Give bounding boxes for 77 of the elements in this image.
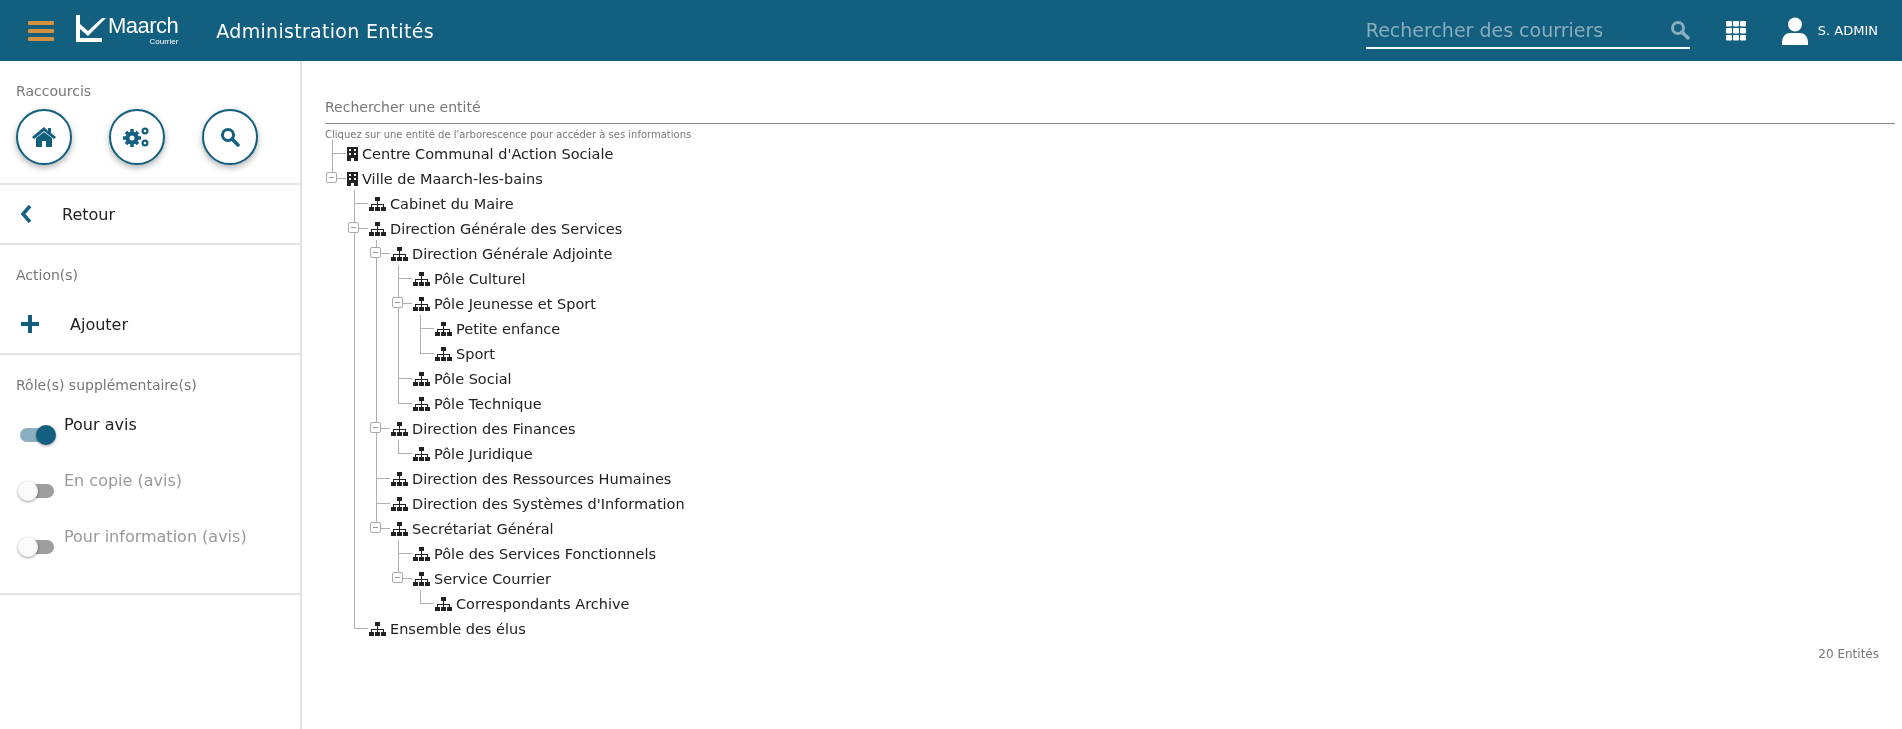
- entity-name[interactable]: Pôle Juridique: [434, 445, 533, 462]
- entity-name[interactable]: Direction Générale des Services: [390, 220, 623, 237]
- add-button[interactable]: Ajouter: [0, 295, 300, 353]
- collapse-toggle[interactable]: [370, 522, 381, 533]
- search-icon: [220, 127, 240, 147]
- collapse-toggle[interactable]: [326, 172, 337, 183]
- org-chart-icon: [413, 446, 430, 461]
- toggle-switch[interactable]: [20, 540, 54, 554]
- entity-name[interactable]: Direction Générale Adjointe: [412, 245, 613, 262]
- entity-name[interactable]: Pôle Culturel: [434, 270, 526, 287]
- org-chart-icon: [391, 496, 408, 511]
- org-chart-icon: [369, 196, 386, 211]
- building-icon: [347, 146, 358, 161]
- user-name[interactable]: S. ADMIN: [1817, 23, 1878, 38]
- home-button[interactable]: [16, 109, 72, 165]
- org-chart-icon: [413, 571, 430, 586]
- collapse-toggle[interactable]: [348, 222, 359, 233]
- toggle-switch[interactable]: [20, 428, 54, 442]
- entity-name[interactable]: Service Courrier: [434, 570, 551, 587]
- page-title: Administration Entités: [216, 19, 435, 42]
- entity-name[interactable]: Sport: [456, 345, 495, 362]
- entity-count: 20 Entités: [1818, 647, 1879, 661]
- logo-icon: [76, 14, 106, 42]
- user-icon[interactable]: [1781, 16, 1808, 45]
- apps-grid-icon[interactable]: [1725, 20, 1746, 41]
- org-chart-icon: [413, 371, 430, 386]
- org-chart-icon: [391, 421, 408, 436]
- gears-icon: [123, 126, 151, 148]
- org-chart-icon: [413, 296, 430, 311]
- collapse-toggle[interactable]: [370, 422, 381, 433]
- collapse-toggle[interactable]: [370, 247, 381, 258]
- entity-name[interactable]: Ville de Maarch-les-bains: [362, 170, 543, 187]
- org-chart-icon: [391, 521, 408, 536]
- org-chart-icon: [391, 246, 408, 261]
- org-chart-icon: [435, 596, 452, 611]
- org-chart-icon: [391, 471, 408, 486]
- home-icon: [32, 127, 56, 147]
- toggle-label[interactable]: Pour avis: [64, 415, 137, 434]
- app-name: Maarch: [108, 14, 179, 37]
- collapse-toggle[interactable]: [392, 572, 403, 583]
- entity-name[interactable]: Pôle Jeunesse et Sport: [434, 295, 596, 312]
- org-chart-icon: [369, 221, 386, 236]
- section-title: Raccourcis: [15, 83, 93, 99]
- entity-name[interactable]: Secrétariat Général: [412, 520, 554, 537]
- entity-search-field[interactable]: Rechercher une entité: [325, 93, 1895, 115]
- menu-icon[interactable]: [28, 20, 54, 41]
- org-chart-icon: [435, 321, 452, 336]
- entity-name[interactable]: Direction des Finances: [412, 420, 576, 437]
- app-subtitle: Courrier: [149, 36, 179, 47]
- entity-name[interactable]: Direction des Ressources Humaines: [412, 470, 672, 487]
- collapse-toggle[interactable]: [392, 297, 403, 308]
- plus-icon: [20, 314, 40, 334]
- toggle-switch[interactable]: [20, 484, 54, 498]
- back-button[interactable]: Retour: [0, 185, 300, 243]
- building-icon: [347, 171, 358, 186]
- org-chart-icon: [435, 346, 452, 361]
- org-chart-icon: [413, 546, 430, 561]
- chevron-left-icon: [20, 205, 32, 223]
- org-chart-icon: [413, 396, 430, 411]
- entity-name[interactable]: Cabinet du Maire: [390, 195, 514, 212]
- org-chart-icon: [369, 621, 386, 636]
- search-icon[interactable]: [1669, 19, 1690, 40]
- entity-name[interactable]: Pôle Technique: [434, 395, 542, 412]
- search-field[interactable]: Rechercher des courriers: [1365, 18, 1670, 41]
- entity-name[interactable]: Pôle Social: [434, 370, 512, 387]
- hint-text: Cliquez sur une entité de l'arborescence pour accéder à ses informations: [325, 129, 692, 140]
- settings-button[interactable]: [109, 109, 165, 165]
- entity-name[interactable]: Ensemble des élus: [390, 620, 526, 637]
- entity-name[interactable]: Pôle des Services Fonctionnels: [434, 545, 657, 562]
- entity-name[interactable]: Centre Communal d'Action Sociale: [362, 145, 614, 162]
- org-chart-icon: [413, 271, 430, 286]
- entity-name[interactable]: Petite enfance: [456, 320, 561, 337]
- entity-name[interactable]: Correspondants Archive: [456, 595, 630, 612]
- search-button[interactable]: [202, 109, 258, 165]
- section-title: Action(s): [15, 267, 80, 283]
- section-title: Rôle(s) supplémentaire(s): [15, 377, 198, 393]
- entity-name[interactable]: Direction des Systèmes d'Information: [412, 495, 685, 512]
